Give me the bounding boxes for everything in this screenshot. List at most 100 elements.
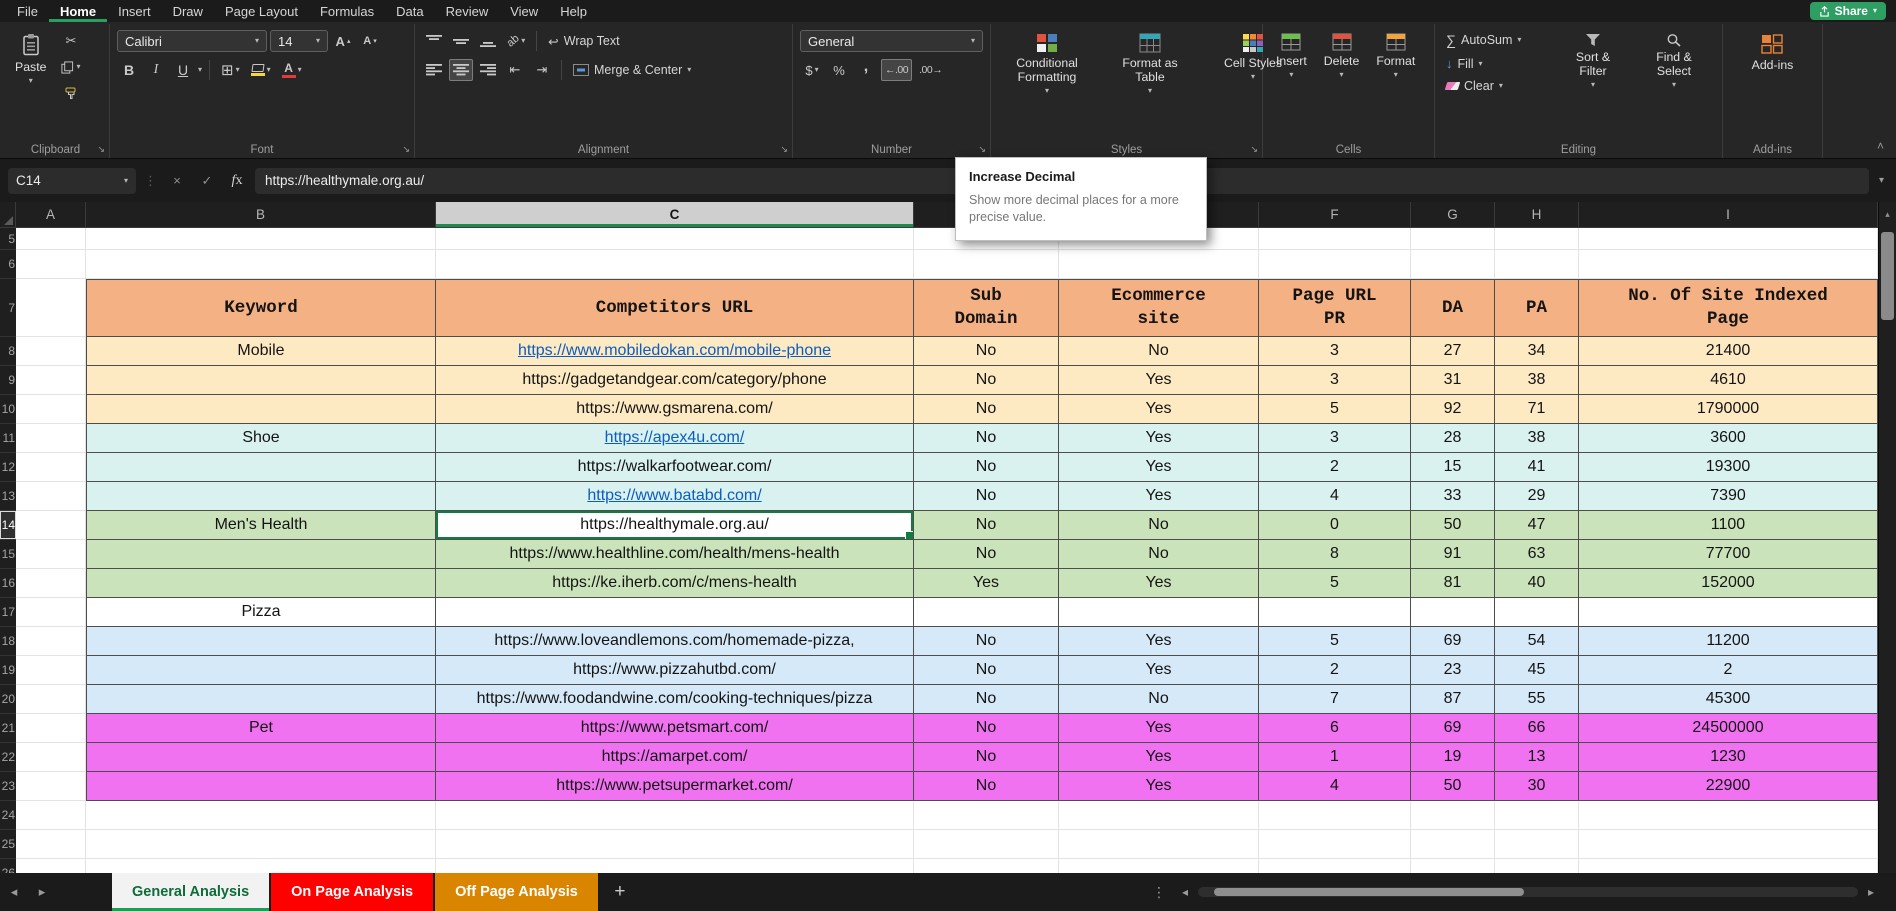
cell-B9[interactable] <box>86 366 436 395</box>
cell-I21[interactable]: 24500000 <box>1579 714 1878 743</box>
cell-B13[interactable] <box>86 482 436 511</box>
cell-B10[interactable] <box>86 395 436 424</box>
menu-tab-insert[interactable]: Insert <box>107 0 162 22</box>
cell-F7[interactable]: Page URL PR <box>1259 279 1411 337</box>
cell-G14[interactable]: 50 <box>1411 511 1495 540</box>
align-center-button[interactable] <box>449 59 473 81</box>
cell-G24[interactable] <box>1411 801 1495 830</box>
sheet-nav-left[interactable]: ◂ <box>0 873 28 911</box>
cell-A26[interactable] <box>16 859 86 873</box>
cell-E25[interactable] <box>1059 830 1259 859</box>
cell-G23[interactable]: 50 <box>1411 772 1495 801</box>
format-painter-button[interactable] <box>57 82 84 104</box>
row-header-17[interactable]: 17 <box>0 598 16 627</box>
cell-D9[interactable]: No <box>914 366 1059 395</box>
cell-E9[interactable]: Yes <box>1059 366 1259 395</box>
sheet-tab-off-page-analysis[interactable]: Off Page Analysis <box>435 873 598 911</box>
row-header-8[interactable]: 8 <box>0 337 16 366</box>
column-header-C[interactable]: C <box>436 202 914 227</box>
cell-F23[interactable]: 4 <box>1259 772 1411 801</box>
cell-C9[interactable]: https://gadgetandgear.com/category/phone <box>436 366 914 395</box>
row-header-15[interactable]: 15 <box>0 540 16 569</box>
cell-E12[interactable]: Yes <box>1059 453 1259 482</box>
horizontal-scrollbar-thumb[interactable] <box>1214 888 1524 896</box>
cell-D15[interactable]: No <box>914 540 1059 569</box>
cell-E24[interactable] <box>1059 801 1259 830</box>
cell-H26[interactable] <box>1495 859 1579 873</box>
cell-G10[interactable]: 92 <box>1411 395 1495 424</box>
cell-A15[interactable] <box>16 540 86 569</box>
cell-I12[interactable]: 19300 <box>1579 453 1878 482</box>
cell-D21[interactable]: No <box>914 714 1059 743</box>
cell-E10[interactable]: Yes <box>1059 395 1259 424</box>
cell-H23[interactable]: 30 <box>1495 772 1579 801</box>
cell-D13[interactable]: No <box>914 482 1059 511</box>
cell-I24[interactable] <box>1579 801 1878 830</box>
cell-G26[interactable] <box>1411 859 1495 873</box>
cell-B17[interactable]: Pizza <box>86 598 436 627</box>
cell-E13[interactable]: Yes <box>1059 482 1259 511</box>
new-sheet-button[interactable]: + <box>600 873 640 911</box>
merge-center-button[interactable]: Merge & Center▾ <box>569 61 695 79</box>
cell-D22[interactable]: No <box>914 743 1059 772</box>
cell-A13[interactable] <box>16 482 86 511</box>
cell-G22[interactable]: 19 <box>1411 743 1495 772</box>
dialog-launcher-icon[interactable]: ↘ <box>978 144 986 155</box>
cell-F9[interactable]: 3 <box>1259 366 1411 395</box>
cell-H12[interactable]: 41 <box>1495 453 1579 482</box>
cell-H17[interactable] <box>1495 598 1579 627</box>
cell-E26[interactable] <box>1059 859 1259 873</box>
cell-C10[interactable]: https://www.gsmarena.com/ <box>436 395 914 424</box>
font-color-button[interactable]: A▾ <box>278 59 306 81</box>
delete-cells-button[interactable]: Delete ▾ <box>1318 30 1366 82</box>
cell-C11[interactable]: https://apex4u.com/ <box>436 424 914 453</box>
row-header-25[interactable]: 25 <box>0 830 16 859</box>
cell-I5[interactable] <box>1579 228 1878 250</box>
cell-C12[interactable]: https://walkarfootwear.com/ <box>436 453 914 482</box>
row-header-22[interactable]: 22 <box>0 743 16 772</box>
vertical-scrollbar-thumb[interactable] <box>1881 232 1894 320</box>
select-all-corner[interactable] <box>0 202 16 227</box>
cell-I26[interactable] <box>1579 859 1878 873</box>
cell-A22[interactable] <box>16 743 86 772</box>
cell-D17[interactable] <box>914 598 1059 627</box>
align-left-button[interactable] <box>422 59 446 81</box>
cell-B18[interactable] <box>86 627 436 656</box>
clear-button[interactable]: Clear▾ <box>1442 77 1550 95</box>
cell-H6[interactable] <box>1495 250 1579 279</box>
cell-E23[interactable]: Yes <box>1059 772 1259 801</box>
underline-button[interactable]: U <box>171 59 195 81</box>
cell-A25[interactable] <box>16 830 86 859</box>
cell-F10[interactable]: 5 <box>1259 395 1411 424</box>
sort-filter-button[interactable]: Sort & Filter ▾ <box>1555 30 1631 92</box>
cell-H9[interactable]: 38 <box>1495 366 1579 395</box>
cell-A6[interactable] <box>16 250 86 279</box>
comma-style-button[interactable]: , <box>854 59 878 81</box>
dialog-launcher-icon[interactable]: ↘ <box>97 144 105 155</box>
increase-indent-button[interactable]: ⇥ <box>530 59 554 81</box>
cell-I13[interactable]: 7390 <box>1579 482 1878 511</box>
cell-H22[interactable]: 13 <box>1495 743 1579 772</box>
cut-button[interactable]: ✂ <box>57 30 84 52</box>
cell-B19[interactable] <box>86 656 436 685</box>
cell-H11[interactable]: 38 <box>1495 424 1579 453</box>
orientation-button[interactable]: ab▾ <box>503 30 529 52</box>
cell-B24[interactable] <box>86 801 436 830</box>
cell-D26[interactable] <box>914 859 1059 873</box>
cell-I19[interactable]: 2 <box>1579 656 1878 685</box>
menu-tab-home[interactable]: Home <box>49 0 107 22</box>
cell-B22[interactable] <box>86 743 436 772</box>
cell-A19[interactable] <box>16 656 86 685</box>
cell-I17[interactable] <box>1579 598 1878 627</box>
cell-G15[interactable]: 91 <box>1411 540 1495 569</box>
cell-B11[interactable]: Shoe <box>86 424 436 453</box>
cell-H14[interactable]: 47 <box>1495 511 1579 540</box>
formula-bar-expand-icon[interactable]: ▾ <box>1875 175 1888 186</box>
column-header-F[interactable]: F <box>1259 202 1411 227</box>
row-header-20[interactable]: 20 <box>0 685 16 714</box>
cell-G12[interactable]: 15 <box>1411 453 1495 482</box>
cell-F25[interactable] <box>1259 830 1411 859</box>
cell-F22[interactable]: 1 <box>1259 743 1411 772</box>
bold-button[interactable]: B <box>117 59 141 81</box>
cell-E22[interactable]: Yes <box>1059 743 1259 772</box>
